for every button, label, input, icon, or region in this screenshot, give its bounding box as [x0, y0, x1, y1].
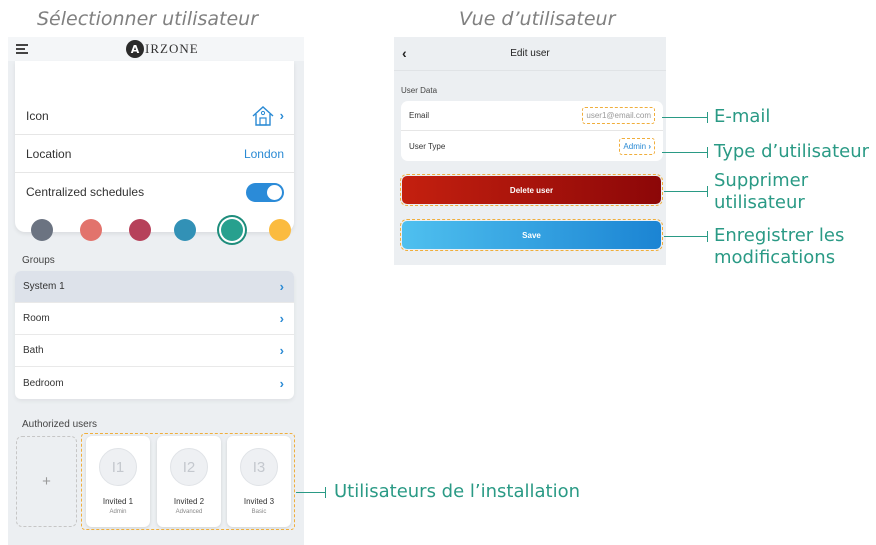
chevron-right-icon: › [279, 311, 284, 326]
callout-tick [707, 231, 708, 242]
group-item-bath[interactable]: Bath › [15, 335, 294, 367]
user-data-title: User Data [401, 86, 438, 95]
chevron-right-icon: › [648, 141, 651, 151]
centralized-schedules-toggle[interactable] [246, 182, 284, 202]
logo-mark: A [126, 40, 144, 58]
settings-card: Icon › Location London Centralized sched… [15, 61, 294, 241]
callout-save-line-2: modifications [714, 247, 836, 268]
chevron-right-icon: › [279, 343, 284, 358]
callout-tick [707, 147, 708, 158]
color-swatch[interactable] [129, 219, 151, 241]
callout-delete-user: Supprimer utilisateur [714, 170, 808, 214]
email-row: Email user1@email.com [401, 101, 663, 131]
callout-tick [707, 186, 708, 197]
callout-delete-line-2: utilisateur [714, 192, 805, 213]
color-swatch[interactable] [31, 219, 53, 241]
edit-user-header: ‹ Edit user [394, 37, 666, 71]
location-row[interactable]: Location London [15, 135, 294, 173]
group-item-label: Room [23, 313, 50, 324]
edit-user-screen: ‹ Edit user User Data Email user1@email.… [394, 37, 666, 265]
top-bar: A IRZONE [8, 37, 304, 61]
add-user-button[interactable]: + [16, 436, 77, 527]
house-icon [252, 105, 274, 126]
centralized-schedules-label: Centralized schedules [26, 185, 145, 199]
user-data-card: Email user1@email.com User Type Admin › [401, 101, 663, 161]
chevron-right-icon: › [279, 375, 284, 391]
authorized-users-title: Authorized users [22, 419, 98, 430]
email-label: Email [409, 111, 430, 120]
color-swatch[interactable] [80, 219, 102, 241]
callout-installation-users: Utilisateurs de l’installation [334, 481, 581, 502]
select-user-screen: A IRZONE Icon › Location London Centrali… [8, 37, 304, 545]
group-item-label: Bedroom [23, 377, 64, 389]
users-highlight [81, 433, 295, 530]
callout-user-type: Type d’utilisateur [714, 141, 870, 162]
color-swatch[interactable] [221, 219, 243, 241]
group-item-room[interactable]: Room › [15, 303, 294, 335]
callout-line [662, 152, 708, 153]
groups-title: Groups [22, 255, 55, 266]
airzone-logo: A IRZONE [126, 40, 199, 58]
group-item-bedroom[interactable]: Bedroom › [15, 367, 294, 399]
callout-delete-line-1: Supprimer [714, 170, 809, 191]
user-type-select[interactable]: Admin › [619, 137, 655, 155]
menu-icon[interactable] [16, 44, 28, 54]
right-caption: Vue d’utilisateur [459, 8, 616, 30]
location-label: Location [26, 146, 72, 161]
group-item-system-1[interactable]: System 1 › [15, 271, 294, 303]
color-picker [15, 212, 294, 252]
left-caption: Sélectionner utilisateur [37, 8, 259, 30]
callout-tick [707, 112, 708, 123]
location-value: London [243, 146, 284, 161]
callout-line [664, 236, 708, 237]
group-item-label: Bath [23, 345, 44, 356]
callout-email: E-mail [714, 106, 771, 127]
chevron-right-icon: › [279, 279, 284, 294]
callout-save-line-1: Enregistrer les [714, 225, 845, 246]
centralized-schedules-row: Centralized schedules [15, 173, 294, 211]
delete-user-button[interactable]: Delete user [400, 174, 663, 206]
chevron-right-icon: › [279, 108, 284, 123]
icon-label: Icon [26, 108, 49, 123]
callout-line [662, 117, 708, 118]
callout-line [664, 191, 708, 192]
user-type-value: Admin [623, 141, 647, 151]
logo-text: IRZONE [145, 41, 199, 56]
save-button[interactable]: Save [400, 219, 663, 251]
color-swatch[interactable] [174, 219, 196, 241]
callout-line [296, 492, 326, 493]
color-swatch[interactable] [269, 219, 291, 241]
user-type-row[interactable]: User Type Admin › [401, 131, 663, 161]
page-title: Edit user [510, 48, 550, 59]
email-field[interactable]: user1@email.com [582, 107, 655, 124]
callout-tick [325, 487, 326, 498]
group-item-label: System 1 [23, 281, 65, 292]
groups-list: System 1 › Room › Bath › Bedroom › [15, 271, 294, 399]
icon-row[interactable]: Icon › [15, 97, 294, 135]
callout-save: Enregistrer les modifications [714, 225, 844, 269]
user-type-label: User Type [409, 141, 446, 151]
